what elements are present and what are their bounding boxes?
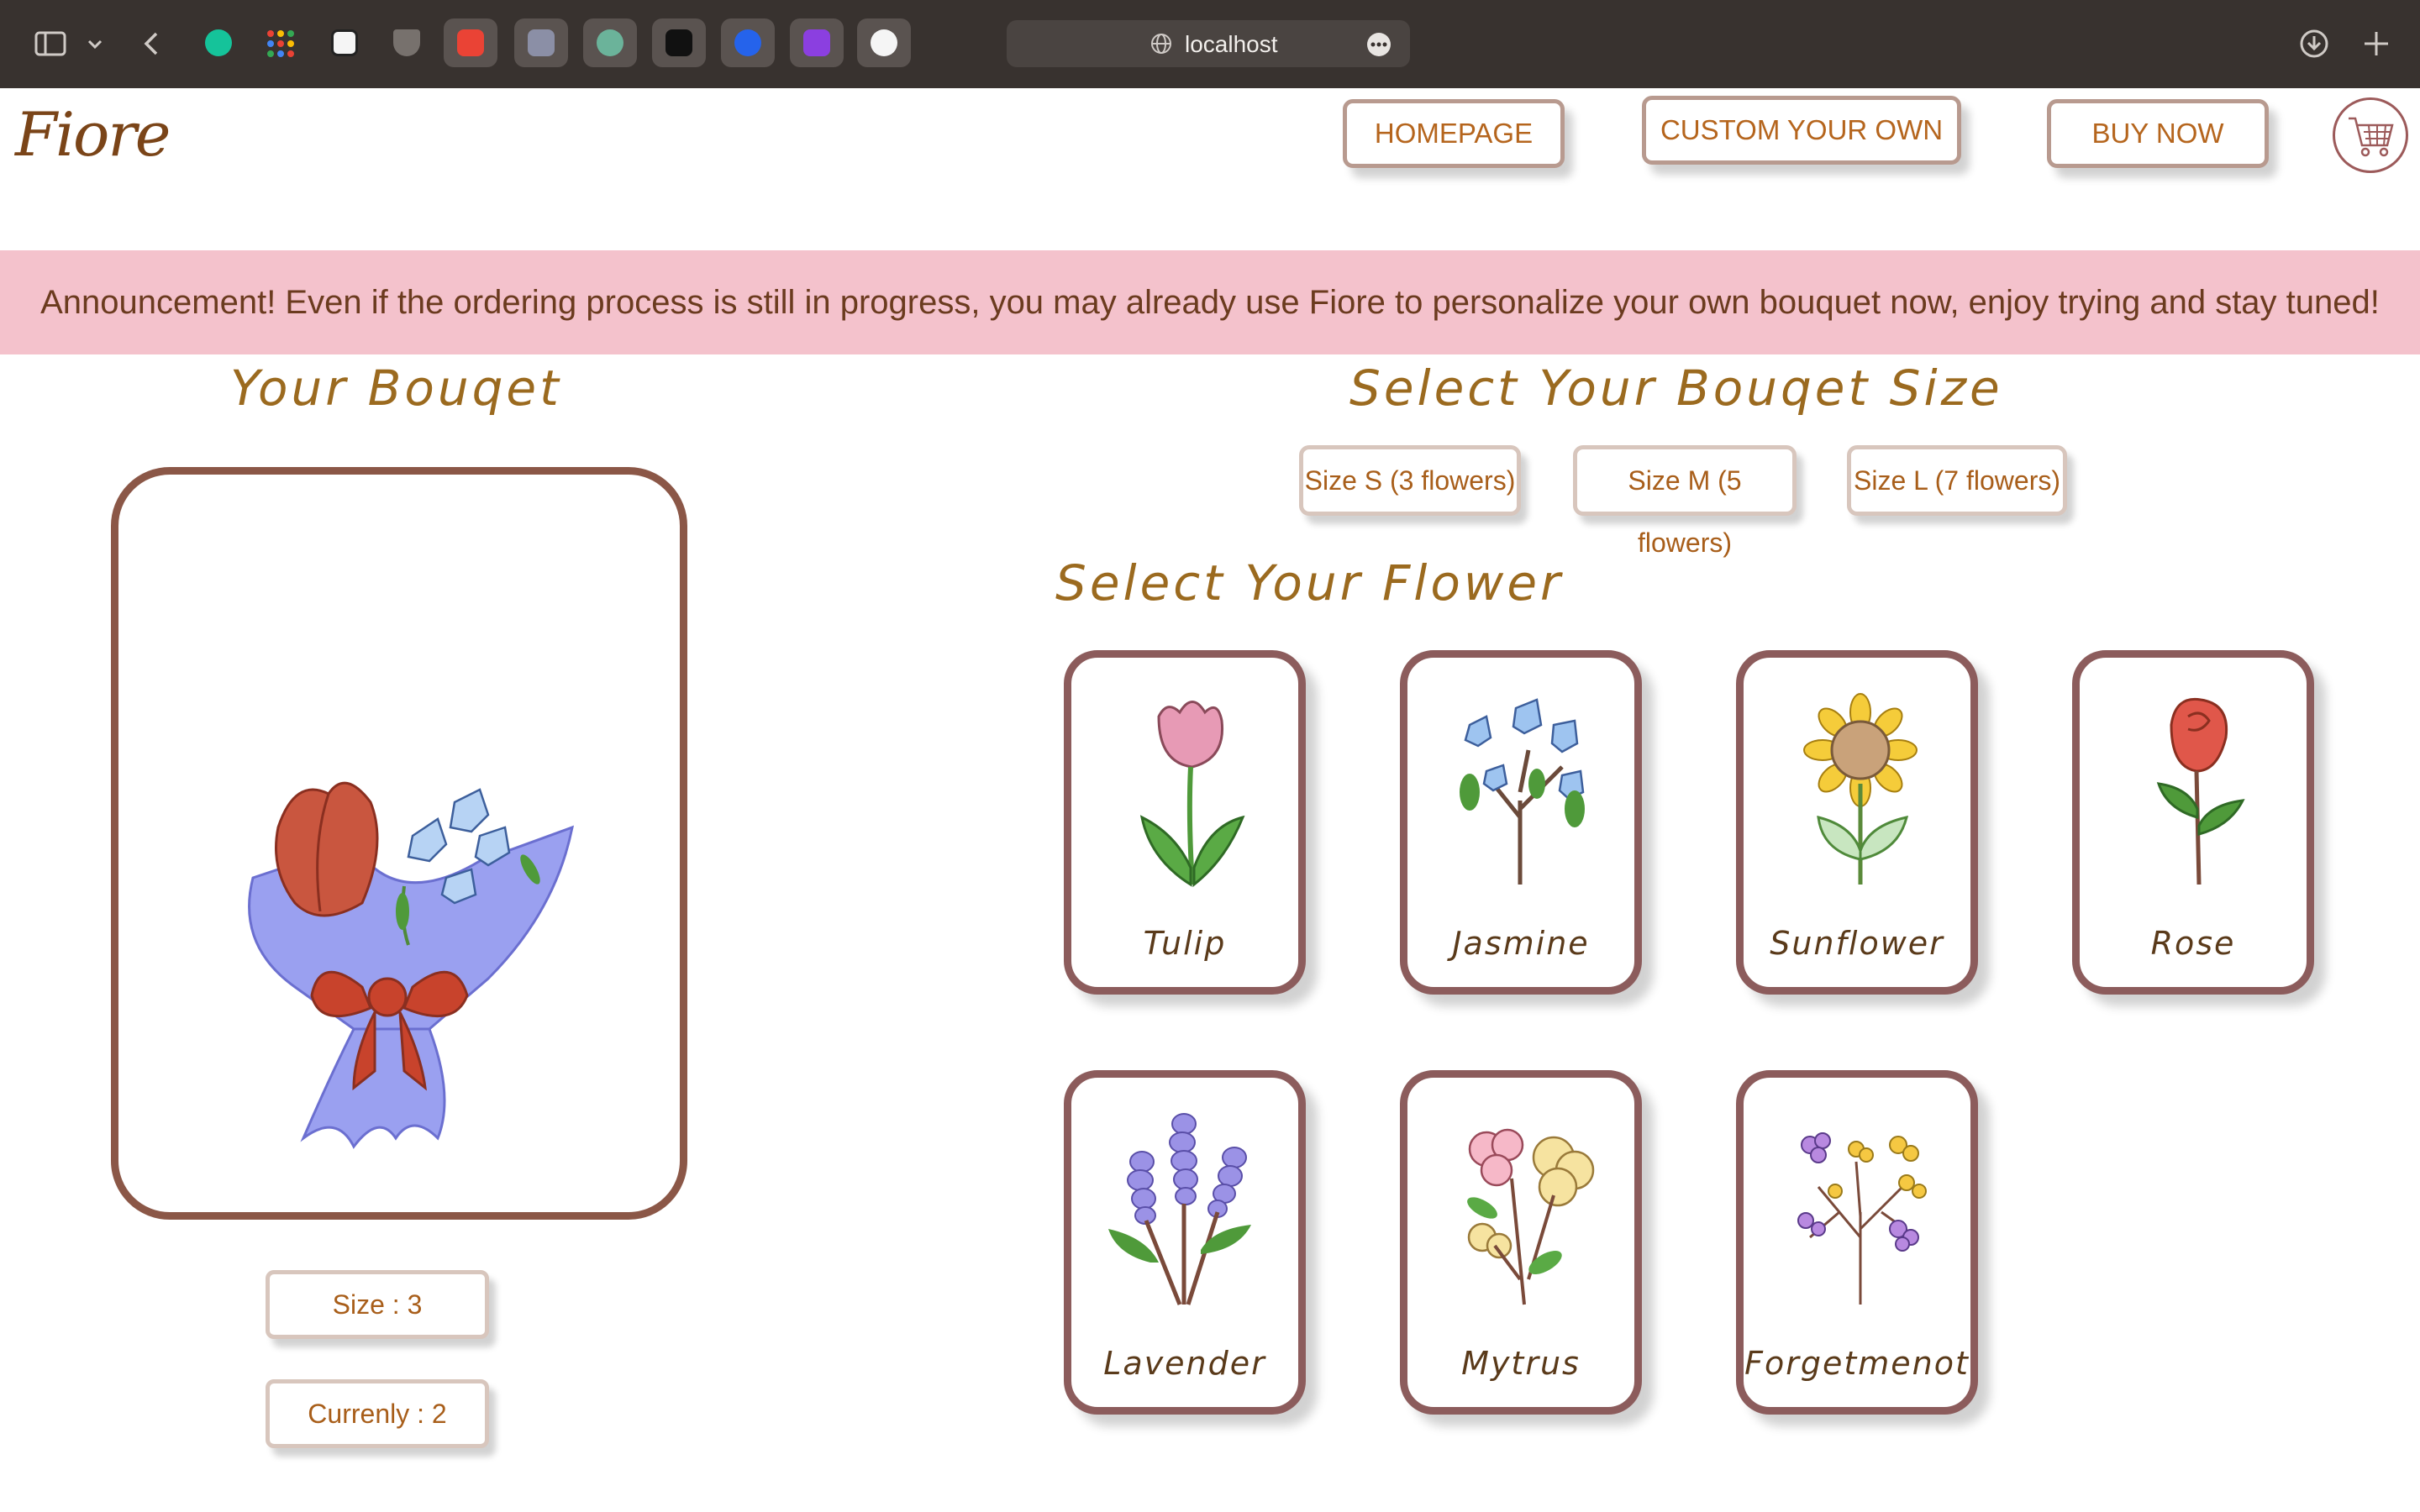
jasmine-icon [1460,698,1585,885]
select-flower-heading: Select Your Flower [1055,554,1564,612]
cart-button[interactable] [2333,97,2408,173]
back-arrow-icon[interactable] [136,27,170,60]
c-app-tab-icon[interactable] [721,18,775,67]
homepage-button[interactable]: HOMEPAGE [1343,99,1565,168]
flower-card-rose[interactable]: Rose [2072,650,2314,995]
k-app-tab-icon[interactable] [514,18,568,67]
bouquet-illustration [248,781,574,1149]
buy-now-button[interactable]: BUY NOW [2047,99,2269,168]
rose-icon [2156,697,2245,885]
download-icon[interactable] [2297,27,2331,60]
shield-tab-icon[interactable] [380,18,434,67]
flower-card-tulip[interactable]: Tulip [1064,650,1306,995]
flower-card-mytrus[interactable]: Mytrus [1400,1070,1642,1415]
sunflower-icon [1803,693,1918,885]
flower-card-jasmine[interactable]: Jasmine [1400,650,1642,995]
gmail-tab-icon[interactable] [444,18,497,67]
size-s-button[interactable]: Size S (3 flowers) [1299,445,1521,516]
bouquet-size-display: Size : 3 [266,1270,489,1339]
flower-label-tulip: Tulip [1143,925,1227,962]
chatgpt-tab-icon[interactable] [583,18,637,67]
grammarly-tab-icon[interactable] [192,18,245,67]
more-options-icon[interactable] [1366,32,1392,57]
flower-label-sunflower: Sunflower [1770,925,1944,962]
size-m-button[interactable]: Size M (5 flowers) [1573,445,1797,558]
mytrus-icon [1467,1128,1595,1305]
github-tab-icon[interactable] [857,18,911,67]
custom-your-own-button[interactable]: CUSTOM YOUR OWN [1642,96,1961,165]
bouquet-preview-frame [111,467,687,1220]
lavender-icon [1108,1113,1251,1305]
u-app-tab-icon[interactable] [790,18,844,67]
flower-card-lavender[interactable]: Lavender [1064,1070,1306,1415]
flower-label-rose: Rose [2150,925,2236,962]
flower-card-sunflower[interactable]: Sunflower [1736,650,1978,995]
size-l-button[interactable]: Size L (7 flowers) [1847,445,2067,516]
flower-card-forgetmenot[interactable]: Forgetmenot [1736,1070,1978,1415]
flower-label-lavender: Lavender [1103,1345,1266,1382]
sidebar-toggle-icon[interactable] [34,27,67,60]
shopping-cart-icon [2349,117,2394,157]
media-tab-icon[interactable] [652,18,706,67]
announcement-banner: Announcement! Even if the ordering proce… [0,250,2420,354]
your-bouquet-heading: Your Bouqet [230,360,562,417]
url-text: localhost [1185,31,1278,57]
flower-label-forgetmenot: Forgetmenot [1744,1345,1970,1382]
flower-label-mytrus: Mytrus [1461,1345,1581,1382]
select-size-heading: Select Your Bouqet Size [1349,360,2003,417]
tulip-icon [1139,701,1245,888]
browser-toolbar: localhost [0,0,2420,88]
forgetmenot-icon [1797,1132,1927,1305]
new-tab-plus-icon[interactable] [2360,27,2393,60]
apps-grid-tab-icon[interactable] [254,18,308,67]
globe-icon [1151,34,1171,54]
address-bar[interactable]: localhost [1007,20,1410,67]
flower-label-jasmine: Jasmine [1452,925,1590,962]
fiore-logo[interactable]: Fiore [15,99,171,170]
bouquet-current-count: Currenly : 2 [266,1379,489,1448]
notion-tab-icon[interactable] [318,18,371,67]
chevron-down-icon[interactable] [82,27,108,60]
